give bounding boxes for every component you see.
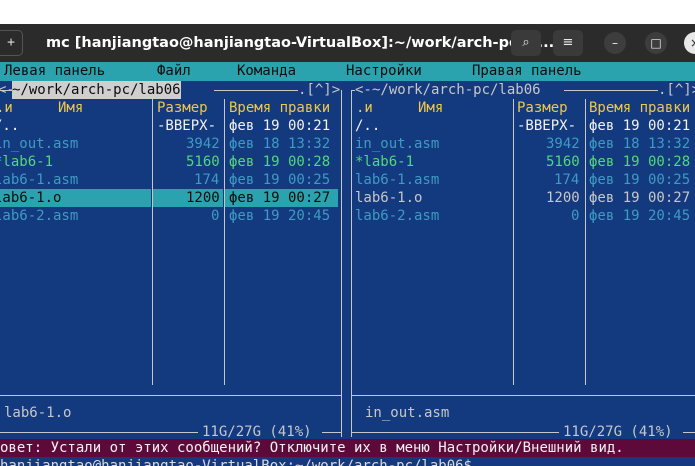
file-size: 0 (211, 208, 220, 224)
file-size: 174 (554, 172, 580, 188)
left-panel-path: ~/work/arch-pc/lab06 (12, 81, 181, 99)
file-size: 5160 (546, 154, 580, 170)
file-time: фев 19 00:21 (589, 118, 691, 134)
right-panel-history-toggle[interactable]: .[^]> (658, 81, 695, 99)
file-name[interactable]: in_out.asm (0, 135, 78, 153)
file-name[interactable]: lab6-2.asm (0, 207, 78, 225)
file-time: фев 19 20:45 (589, 208, 691, 224)
file-time: фев 19 00:25 (229, 172, 331, 188)
right-col-sort-indicator[interactable]: .и (356, 99, 373, 117)
file-name[interactable]: lab6-1.asm (355, 171, 439, 189)
hamburger-menu-icon[interactable]: ≡ (553, 30, 583, 56)
right-col-size-header[interactable]: Размер (517, 99, 568, 117)
file-time: фев 19 00:28 (589, 154, 691, 170)
menu-left-panel[interactable]: Левая панель (4, 62, 105, 81)
mc-menubar: Левая панель Файл Команда Настройки Прав… (0, 62, 695, 81)
shell-prompt[interactable]: hanjiangtao@hanjiangtao-VirtualBox:~/wor… (0, 457, 695, 466)
file-time: фев 19 00:27 (229, 190, 331, 206)
file-size: 0 (571, 208, 580, 224)
file-size: 1200 (546, 190, 580, 206)
file-time: фев 18 13:32 (229, 136, 331, 152)
right-panel-nav-arrow[interactable]: <- (355, 81, 372, 99)
window-title: mc [hanjiangtao@hanjiangtao-VirtualBox]:… (46, 35, 555, 51)
left-col-name-header[interactable]: Имя (58, 99, 83, 117)
file-time: фев 19 00:25 (589, 172, 691, 188)
file-size: 3942 (186, 136, 220, 152)
file-size: 1200 (186, 190, 220, 206)
file-name[interactable]: lab6-1.o (355, 189, 422, 207)
file-time: фев 19 00:27 (589, 190, 691, 206)
file-name[interactable]: lab6-1.asm (0, 171, 78, 189)
file-size: 174 (194, 172, 220, 188)
file-time: фев 18 13:32 (589, 136, 691, 152)
file-size: 3942 (546, 136, 580, 152)
left-col-sort-indicator[interactable]: .и (0, 99, 13, 117)
hint-text: овет: Устали от этих сообщений? Отключит… (0, 440, 624, 456)
menu-file[interactable]: Файл (157, 62, 191, 81)
new-tab-icon[interactable]: + (0, 30, 23, 56)
search-icon[interactable]: ⌕ (511, 30, 541, 56)
terminal-area[interactable]: Левая панель Файл Команда Настройки Прав… (0, 62, 695, 466)
right-panel-path: ~/work/arch-pc/lab06 (372, 82, 541, 98)
window-titlebar: + mc [hanjiangtao@hanjiangtao-VirtualBox… (0, 24, 695, 62)
prompt-text: hanjiangtao@hanjiangtao-VirtualBox:~/wor… (0, 458, 473, 466)
file-time: фев 19 20:45 (229, 208, 331, 224)
right-col-time-header[interactable]: Время правки (589, 99, 690, 117)
left-panel-status: lab6-1.o (4, 405, 72, 421)
file-name[interactable]: lab6-2.asm (355, 207, 439, 225)
menu-command[interactable]: Команда (237, 62, 296, 81)
hint-bar: овет: Устали от этих сообщений? Отключит… (0, 439, 695, 457)
left-panel-history-toggle[interactable]: .[^]> (298, 81, 340, 99)
file-name[interactable]: in_out.asm (355, 135, 439, 153)
left-col-size-header[interactable]: Размер (157, 99, 208, 117)
file-size: -ВВЕРХ- (157, 118, 217, 134)
file-size: 5160 (186, 154, 220, 170)
menu-settings[interactable]: Настройки (346, 62, 422, 81)
right-panel-status: in_out.asm (365, 405, 450, 421)
minimize-icon[interactable]: – (604, 32, 626, 54)
file-name[interactable]: *lab6-1 (355, 153, 414, 171)
left-col-time-header[interactable]: Время правки (229, 99, 330, 117)
file-name[interactable]: /.. (0, 117, 19, 135)
maximize-icon[interactable]: □ (645, 32, 667, 54)
right-col-name-header[interactable]: Имя (418, 99, 443, 117)
file-name[interactable]: *lab6-1 (0, 153, 53, 171)
file-name[interactable]: lab6-1.o (0, 189, 61, 207)
close-icon[interactable]: × (684, 32, 695, 54)
file-name[interactable]: /.. (355, 117, 380, 135)
file-size: -ВВЕРХ- (517, 118, 577, 134)
menu-right-panel[interactable]: Правая панель (472, 62, 582, 81)
file-time: фев 19 00:28 (229, 154, 331, 170)
file-time: фев 19 00:21 (229, 118, 331, 134)
